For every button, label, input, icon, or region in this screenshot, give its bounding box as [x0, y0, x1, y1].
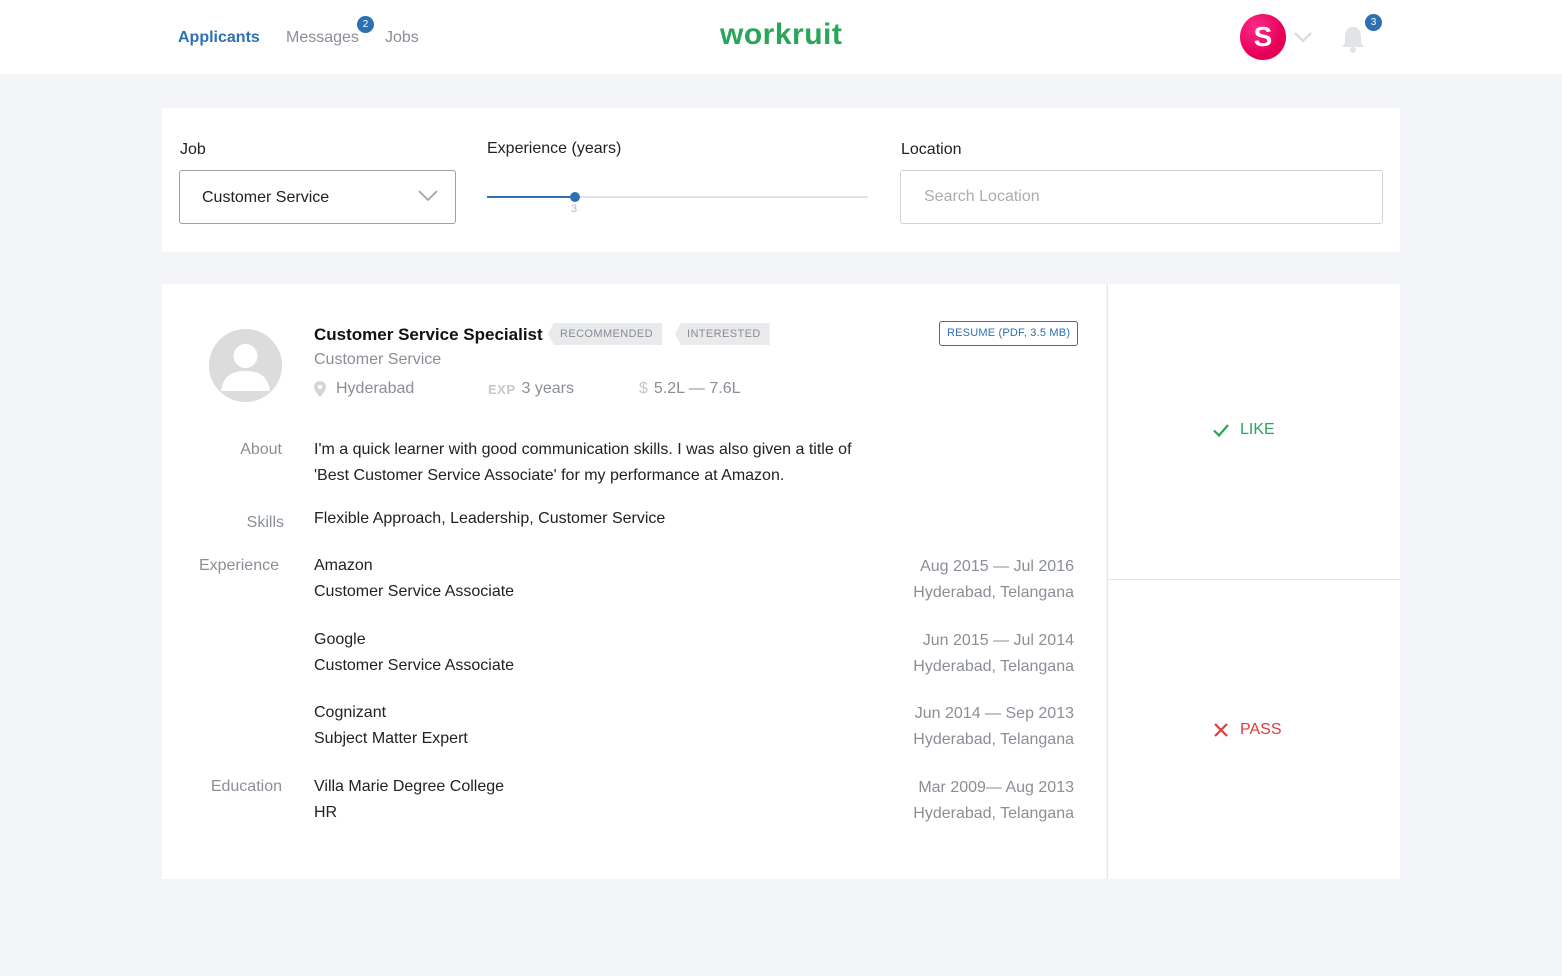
- skills-text: Flexible Approach, Leadership, Customer …: [314, 510, 666, 527]
- experience-text: 3 years: [521, 380, 574, 397]
- about-label: About: [240, 441, 282, 458]
- candidate-salary: $ 5.2L — 7.6L: [639, 380, 740, 398]
- experience-filter-label: Experience (years): [487, 140, 622, 157]
- resume-download-button[interactable]: RESUME (PDF, 3.5 MB): [939, 321, 1079, 346]
- experience-entry-company: Cognizant Subject Matter Expert: [314, 700, 468, 752]
- candidate-experience: EXP 3 years: [488, 380, 574, 398]
- nav-messages[interactable]: Messages: [286, 29, 359, 47]
- candidate-card: Customer Service Specialist RECOMMENDED …: [162, 284, 1106, 879]
- education-label: Education: [210, 778, 282, 795]
- job-role: Customer Service Associate: [314, 583, 515, 600]
- bell-icon[interactable]: [1340, 25, 1366, 53]
- job-select-value: Customer Service: [202, 189, 330, 206]
- close-icon: [1214, 723, 1228, 737]
- interested-tag: INTERESTED: [675, 323, 770, 345]
- location-text: Hyderabad: [336, 380, 415, 397]
- school-location: Hyderabad, Telangana: [913, 805, 1074, 822]
- candidate-department: Customer Service: [314, 351, 442, 368]
- company-name: Google: [314, 631, 366, 648]
- location-pin-icon: [314, 381, 326, 397]
- education-entry-details: Mar 2009— Aug 2013 Hyderabad, Telangana: [913, 775, 1074, 827]
- skills-label: Skills: [246, 514, 284, 531]
- slider-value-label: 3: [571, 203, 578, 215]
- exp-label: EXP: [488, 381, 516, 397]
- candidate-location: Hyderabad: [314, 380, 414, 398]
- job-role: Customer Service Associate: [314, 657, 515, 674]
- nav-jobs[interactable]: Jobs: [385, 29, 419, 47]
- location-filter-label: Location: [901, 141, 962, 158]
- top-navigation-bar: Applicants Messages 2 Jobs workruit S 3: [0, 0, 1562, 74]
- recommended-tag: RECOMMENDED: [548, 323, 663, 345]
- date-range: Aug 2015 — Jul 2016: [920, 558, 1074, 575]
- like-label: LIKE: [1240, 421, 1275, 438]
- experience-entry-company: Amazon Customer Service Associate: [314, 553, 514, 605]
- company-name: Amazon: [314, 557, 373, 574]
- candidate-title: Customer Service Specialist: [314, 325, 543, 344]
- experience-label: Experience: [198, 557, 279, 574]
- dollar-icon: $: [639, 380, 648, 397]
- workruit-logo[interactable]: workruit: [720, 18, 842, 52]
- pass-button[interactable]: PASS: [1108, 581, 1400, 879]
- job-location: Hyderabad, Telangana: [913, 731, 1074, 748]
- filter-panel: Job Customer Service Experience (years) …: [162, 108, 1400, 252]
- decision-panel: LIKE PASS: [1107, 284, 1400, 879]
- experience-entry-details: Jun 2015 — Jul 2014 Hyderabad, Telangana: [913, 628, 1074, 680]
- pass-button-content: PASS: [1212, 721, 1282, 739]
- education-entry: Villa Marie Degree College HR: [314, 774, 504, 826]
- salary-text: 5.2L — 7.6L: [653, 380, 741, 397]
- company-name: Cognizant: [314, 704, 387, 721]
- job-role: Subject Matter Expert: [314, 730, 468, 747]
- about-line: I'm a quick learner with good communicat…: [314, 441, 852, 458]
- nav-applicants[interactable]: Applicants: [178, 29, 260, 47]
- about-text: I'm a quick learner with good communicat…: [314, 437, 884, 489]
- job-location: Hyderabad, Telangana: [913, 584, 1074, 601]
- experience-entry-company: Google Customer Service Associate: [314, 627, 514, 679]
- field-of-study: HR: [314, 804, 338, 821]
- candidate-avatar: [209, 329, 282, 402]
- experience-entry-details: Jun 2014 — Sep 2013 Hyderabad, Telangana: [913, 701, 1074, 753]
- location-search-input[interactable]: [900, 170, 1383, 224]
- date-range: Jun 2015 — Jul 2014: [922, 632, 1074, 649]
- about-line: 'Best Customer Service Associate' for my…: [314, 467, 785, 484]
- user-avatar[interactable]: S: [1240, 14, 1286, 60]
- chevron-down-icon[interactable]: [1293, 27, 1313, 47]
- experience-entry-details: Aug 2015 — Jul 2016 Hyderabad, Telangana: [913, 554, 1074, 606]
- user-placeholder-icon: [209, 329, 282, 402]
- slider-fill: [487, 196, 575, 198]
- notifications-count-badge: 3: [1365, 14, 1382, 31]
- like-button[interactable]: LIKE: [1108, 284, 1400, 580]
- chevron-down-icon: [418, 190, 438, 202]
- date-range: Mar 2009— Aug 2013: [918, 779, 1074, 796]
- job-location: Hyderabad, Telangana: [913, 658, 1074, 675]
- date-range: Jun 2014 — Sep 2013: [914, 705, 1074, 722]
- school-name: Villa Marie Degree College: [314, 778, 505, 795]
- messages-count-badge: 2: [357, 16, 374, 33]
- job-select[interactable]: Customer Service: [179, 170, 456, 224]
- pass-label: PASS: [1240, 721, 1282, 738]
- like-button-content: LIKE: [1212, 421, 1275, 439]
- slider-thumb[interactable]: [570, 192, 580, 202]
- job-filter-label: Job: [180, 141, 206, 158]
- experience-slider[interactable]: 3: [487, 188, 868, 218]
- checkmark-icon: [1213, 424, 1229, 438]
